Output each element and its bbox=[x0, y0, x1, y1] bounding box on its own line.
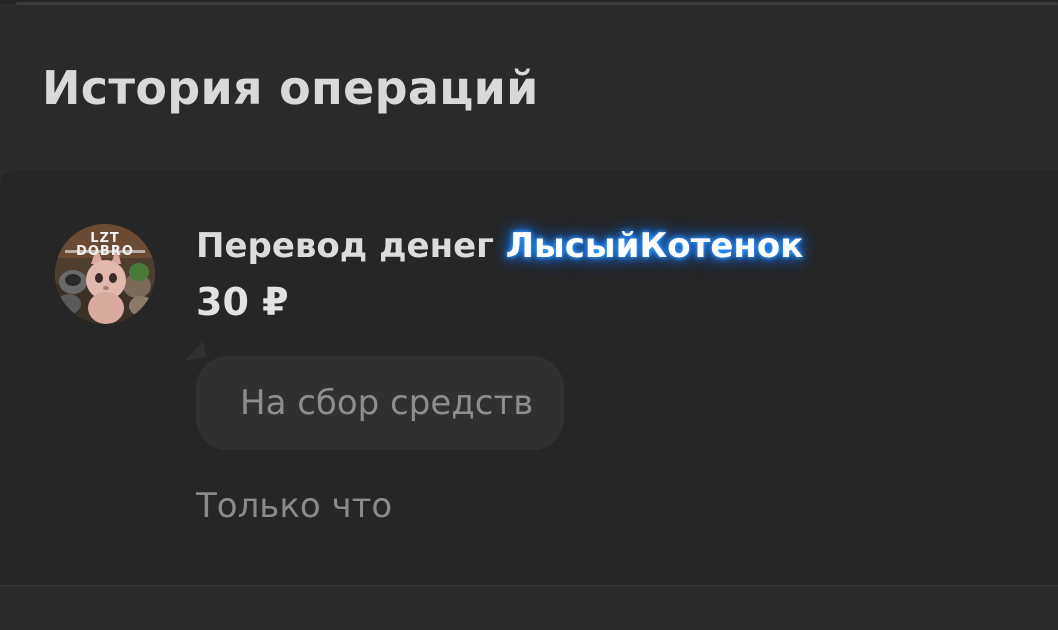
comment-bubble: На сбор средств bbox=[196, 356, 564, 450]
comment-text: На сбор средств bbox=[240, 383, 534, 423]
transaction-amount: 30 ₽ bbox=[196, 280, 289, 324]
page-title: История операций bbox=[42, 61, 539, 115]
header: История операций bbox=[0, 5, 1058, 170]
top-strip bbox=[0, 0, 1058, 5]
transaction-title: Перевод денег ЛысыйКотенок bbox=[196, 226, 803, 266]
transaction-time: Только что bbox=[196, 486, 393, 526]
avatar-label: LZT DOBRO bbox=[76, 231, 134, 259]
avatar[interactable]: LZT DOBRO bbox=[55, 224, 155, 324]
next-item-area bbox=[0, 586, 1058, 630]
username-link[interactable]: ЛысыйКотенок bbox=[506, 226, 804, 266]
transaction-type-label: Перевод денег bbox=[196, 226, 506, 266]
